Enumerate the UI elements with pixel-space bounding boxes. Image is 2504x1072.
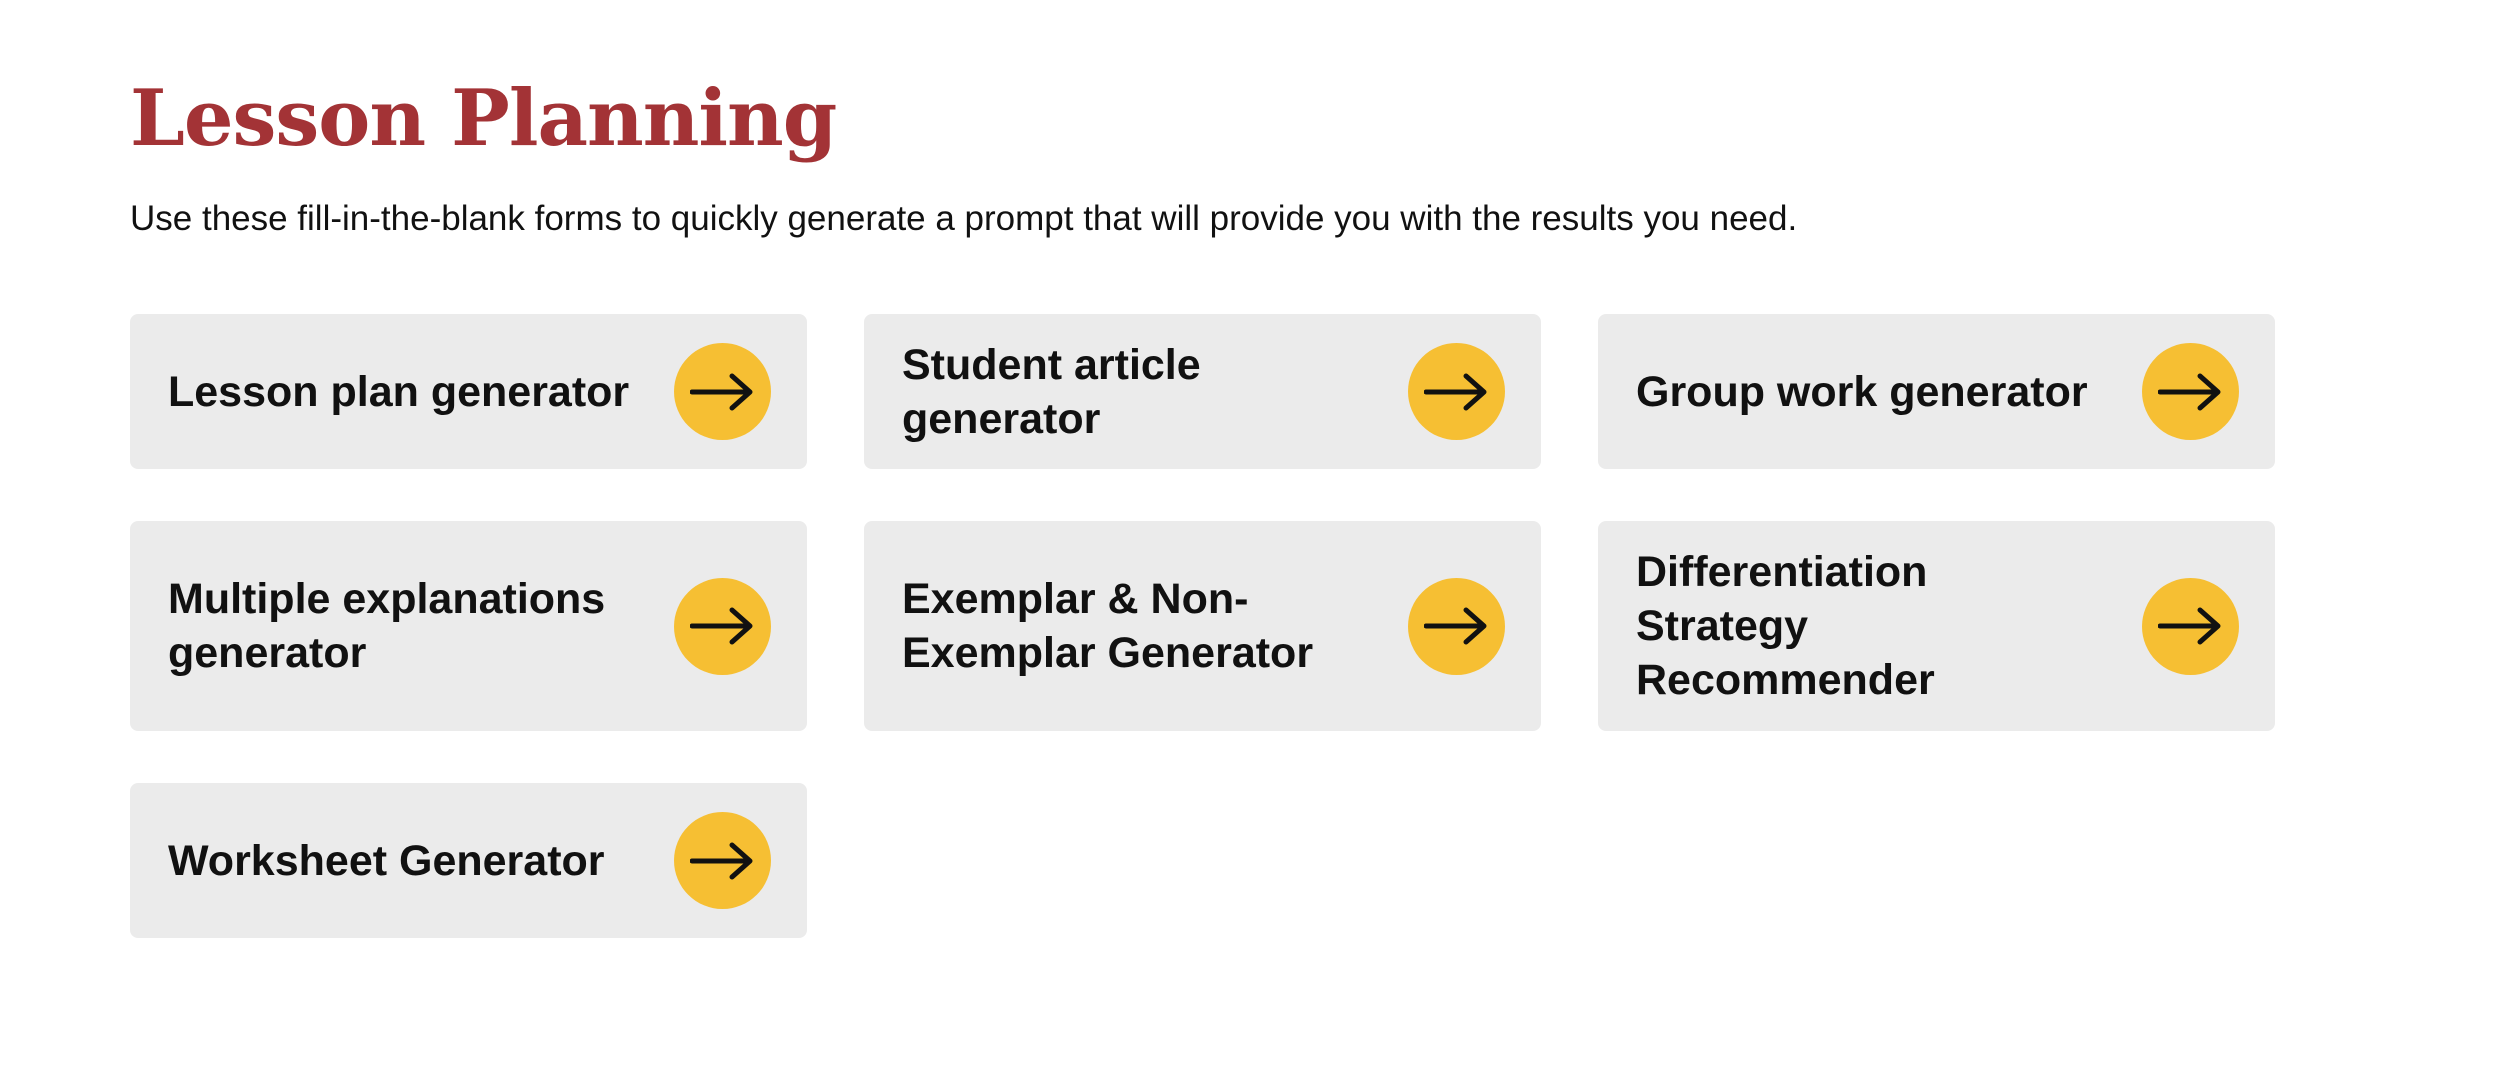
card-differentiation-strategy-recommender[interactable]: Differentiation Strategy Recommender [1598, 521, 2275, 731]
card-label: Lesson plan generator [168, 367, 630, 416]
card-student-article-generator[interactable]: Student article generator [864, 314, 1541, 469]
card-label: Student article generator [902, 340, 1201, 443]
card-worksheet-generator[interactable]: Worksheet Generator [130, 783, 807, 938]
card-label: Multiple explanations generator [168, 575, 606, 677]
page-subtitle: Use these fill-in-the-blank forms to qui… [130, 199, 1798, 238]
arrow-right-icon[interactable] [2142, 577, 2239, 675]
card-label: Differentiation Strategy Recommender [1636, 548, 1935, 704]
card-lesson-plan-generator[interactable]: Lesson plan generator [130, 314, 807, 469]
card-group-work-generator[interactable]: Group work generator [1598, 314, 2275, 469]
arrow-right-icon[interactable] [674, 812, 771, 909]
lesson-planning-section: Lesson Planning Use these fill-in-the-bl… [130, 73, 2430, 938]
card-label: Group work generator [1636, 367, 2088, 416]
card-label: Worksheet Generator [168, 836, 605, 885]
arrow-right-icon[interactable] [674, 343, 771, 440]
arrow-right-icon[interactable] [2142, 343, 2239, 440]
page-title: Lesson Planning [130, 73, 837, 164]
card-label: Exemplar & Non-Exemplar Generator [902, 575, 1314, 677]
card-exemplar-non-exemplar-generator[interactable]: Exemplar & Non-Exemplar Generator [864, 521, 1541, 731]
arrow-right-icon[interactable] [1408, 577, 1505, 675]
arrow-right-icon[interactable] [1408, 343, 1505, 440]
arrow-right-icon[interactable] [674, 577, 771, 675]
card-multiple-explanations-generator[interactable]: Multiple explanations generator [130, 521, 807, 731]
